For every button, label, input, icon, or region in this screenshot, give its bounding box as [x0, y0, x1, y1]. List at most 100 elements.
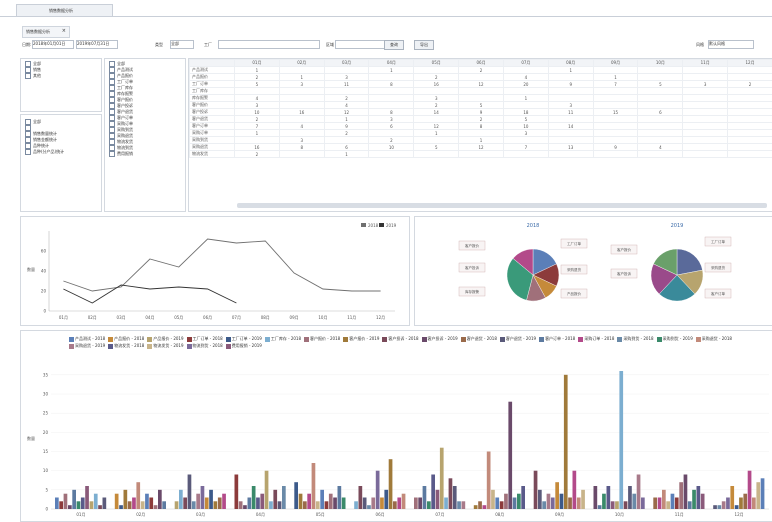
legend-label-2019: 2019 [386, 223, 397, 228]
table-cell: 12 [459, 144, 504, 151]
legend-item[interactable]: 物流发货 - 2018 [108, 342, 144, 349]
table-row[interactable]: 采购到货321 [190, 137, 772, 144]
table-row[interactable]: 产品报价213241 [190, 74, 772, 81]
series-line-2018 [63, 239, 380, 291]
dept-label: 区域 [326, 42, 334, 48]
table-cell: 5 [235, 81, 280, 88]
checkbox-icon[interactable] [25, 73, 31, 79]
legend-item[interactable]: 采购退货 - 2018 [696, 335, 732, 342]
legend-item[interactable]: 采购到货 - 2019 [657, 335, 693, 342]
checkbox-icon[interactable] [25, 149, 31, 155]
legend-item[interactable]: 客户退货 - 2018 [461, 335, 497, 342]
table-row[interactable]: 客户退货21325 [190, 116, 772, 123]
table-cell [459, 74, 504, 81]
date-from-value: 2018年01月01日 [33, 41, 65, 46]
table-cell: 6 [324, 144, 369, 151]
legend-item[interactable]: 客户报价 - 2019 [343, 335, 379, 342]
grid-header-cell: 12月 [728, 60, 772, 67]
legend-swatch [696, 337, 701, 342]
table-row[interactable]: 产品测试1121 [190, 67, 772, 74]
query-button[interactable]: 查询 [384, 40, 404, 50]
row-label: 产品报价 [190, 74, 235, 81]
table-row[interactable]: 物流发货21 [190, 151, 772, 158]
document-tab[interactable]: 销售数据分析 × [22, 26, 70, 38]
legend-item[interactable]: 客户退货 - 2019 [500, 335, 536, 342]
date-from-field[interactable]: 2018年01月01日 [32, 40, 74, 49]
date-to-field[interactable]: 2019年07月31日 [76, 40, 118, 49]
legend-item[interactable]: 客户投诉 - 2018 [382, 335, 418, 342]
bar [94, 494, 98, 509]
legend-item[interactable]: 费用报销 - 2019 [226, 342, 262, 349]
business-list-item[interactable]: 费用报销 [109, 151, 181, 157]
legend-item[interactable]: 工厂订单 - 2018 [187, 335, 223, 342]
table-row[interactable]: 工厂库存 [190, 88, 772, 95]
y-axis-label: 数量 [27, 266, 35, 272]
bar [278, 501, 282, 509]
bar [564, 375, 568, 509]
legend-item[interactable]: 产品报价 - 2019 [147, 335, 183, 342]
table-cell [683, 67, 728, 74]
row-label: 客户投诉 [190, 109, 235, 116]
bar [59, 501, 63, 509]
table-row[interactable]: 工厂订单5311816122097532 [190, 81, 772, 88]
table-cell: 18 [503, 109, 548, 116]
table-row[interactable]: 库存报警4231 [190, 95, 772, 102]
legend-item[interactable]: 产品测试 - 2018 [69, 335, 105, 342]
legend-label: 客户退货 - 2019 [506, 336, 536, 341]
type-select[interactable]: 全部 [170, 40, 194, 49]
legend-label: 采购到货 - 2018 [623, 336, 653, 341]
table-cell [728, 88, 772, 95]
table-row[interactable]: 客户报价34253 [190, 102, 772, 109]
legend-item[interactable]: 客户报价 - 2018 [304, 335, 340, 342]
table-cell [728, 67, 772, 74]
table-cell [279, 67, 324, 74]
legend-item[interactable]: 客户投诉 - 2019 [422, 335, 458, 342]
table-row[interactable]: 客户投诉10161281491811156 [190, 109, 772, 116]
bar [521, 486, 525, 509]
table-cell: 3 [414, 95, 459, 102]
legend-label: 工厂库存 - 2018 [271, 336, 301, 341]
bar [692, 490, 696, 509]
x-tick-label: 03月 [117, 315, 126, 320]
horizontal-scrollbar[interactable] [237, 203, 767, 208]
export-button[interactable]: 导出 [414, 40, 434, 50]
grid-header-cell [190, 60, 235, 67]
legend-item[interactable]: 采购退货 - 2019 [69, 342, 105, 349]
bar [402, 494, 406, 509]
table-cell: 4 [503, 74, 548, 81]
table-cell: 1 [369, 67, 414, 74]
table-cell: 1 [324, 151, 369, 158]
table-row[interactable]: 采购退货16861051271394 [190, 144, 772, 151]
grid-header-cell: 09月 [593, 60, 638, 67]
bar [55, 498, 59, 510]
table-row[interactable]: 客户订单74961281014 [190, 123, 772, 130]
factory-select[interactable] [218, 40, 320, 49]
legend-item[interactable]: 采购订单 - 2018 [578, 335, 614, 342]
table-cell: 2 [414, 74, 459, 81]
close-icon[interactable]: × [62, 28, 66, 34]
legend-item[interactable]: 工厂订单 - 2019 [226, 335, 262, 342]
business-list-item-label: 工厂订单 [117, 79, 133, 84]
legend-item[interactable]: 物流到货 - 2018 [187, 342, 223, 349]
legend-item[interactable]: 客户订单 - 2018 [539, 335, 575, 342]
business-list-item-label: 物流到货 [117, 145, 133, 150]
category-tree-item[interactable]: 其他 [25, 73, 97, 79]
legend-item[interactable]: 采购到货 - 2018 [617, 335, 653, 342]
legend-item[interactable]: 物流发货 - 2019 [147, 342, 183, 349]
x-tick-label: 11月 [675, 512, 684, 517]
checkbox-icon[interactable] [109, 151, 115, 157]
table-cell: 4 [235, 95, 280, 102]
table-row[interactable]: 采购订单1213 [190, 130, 772, 137]
bar [175, 501, 179, 509]
bar [149, 498, 153, 510]
legend-item[interactable]: 产品报价 - 2018 [108, 335, 144, 342]
bar [132, 498, 136, 510]
bar [658, 498, 662, 510]
bar [722, 501, 726, 509]
table-cell [683, 130, 728, 137]
style-select[interactable]: 默认风格 [708, 40, 754, 49]
legend-item[interactable]: 工厂库存 - 2018 [265, 335, 301, 342]
bar [243, 505, 247, 509]
table-cell [638, 88, 683, 95]
report-tree-item[interactable]: 品种(分产品)统计 [25, 149, 97, 155]
